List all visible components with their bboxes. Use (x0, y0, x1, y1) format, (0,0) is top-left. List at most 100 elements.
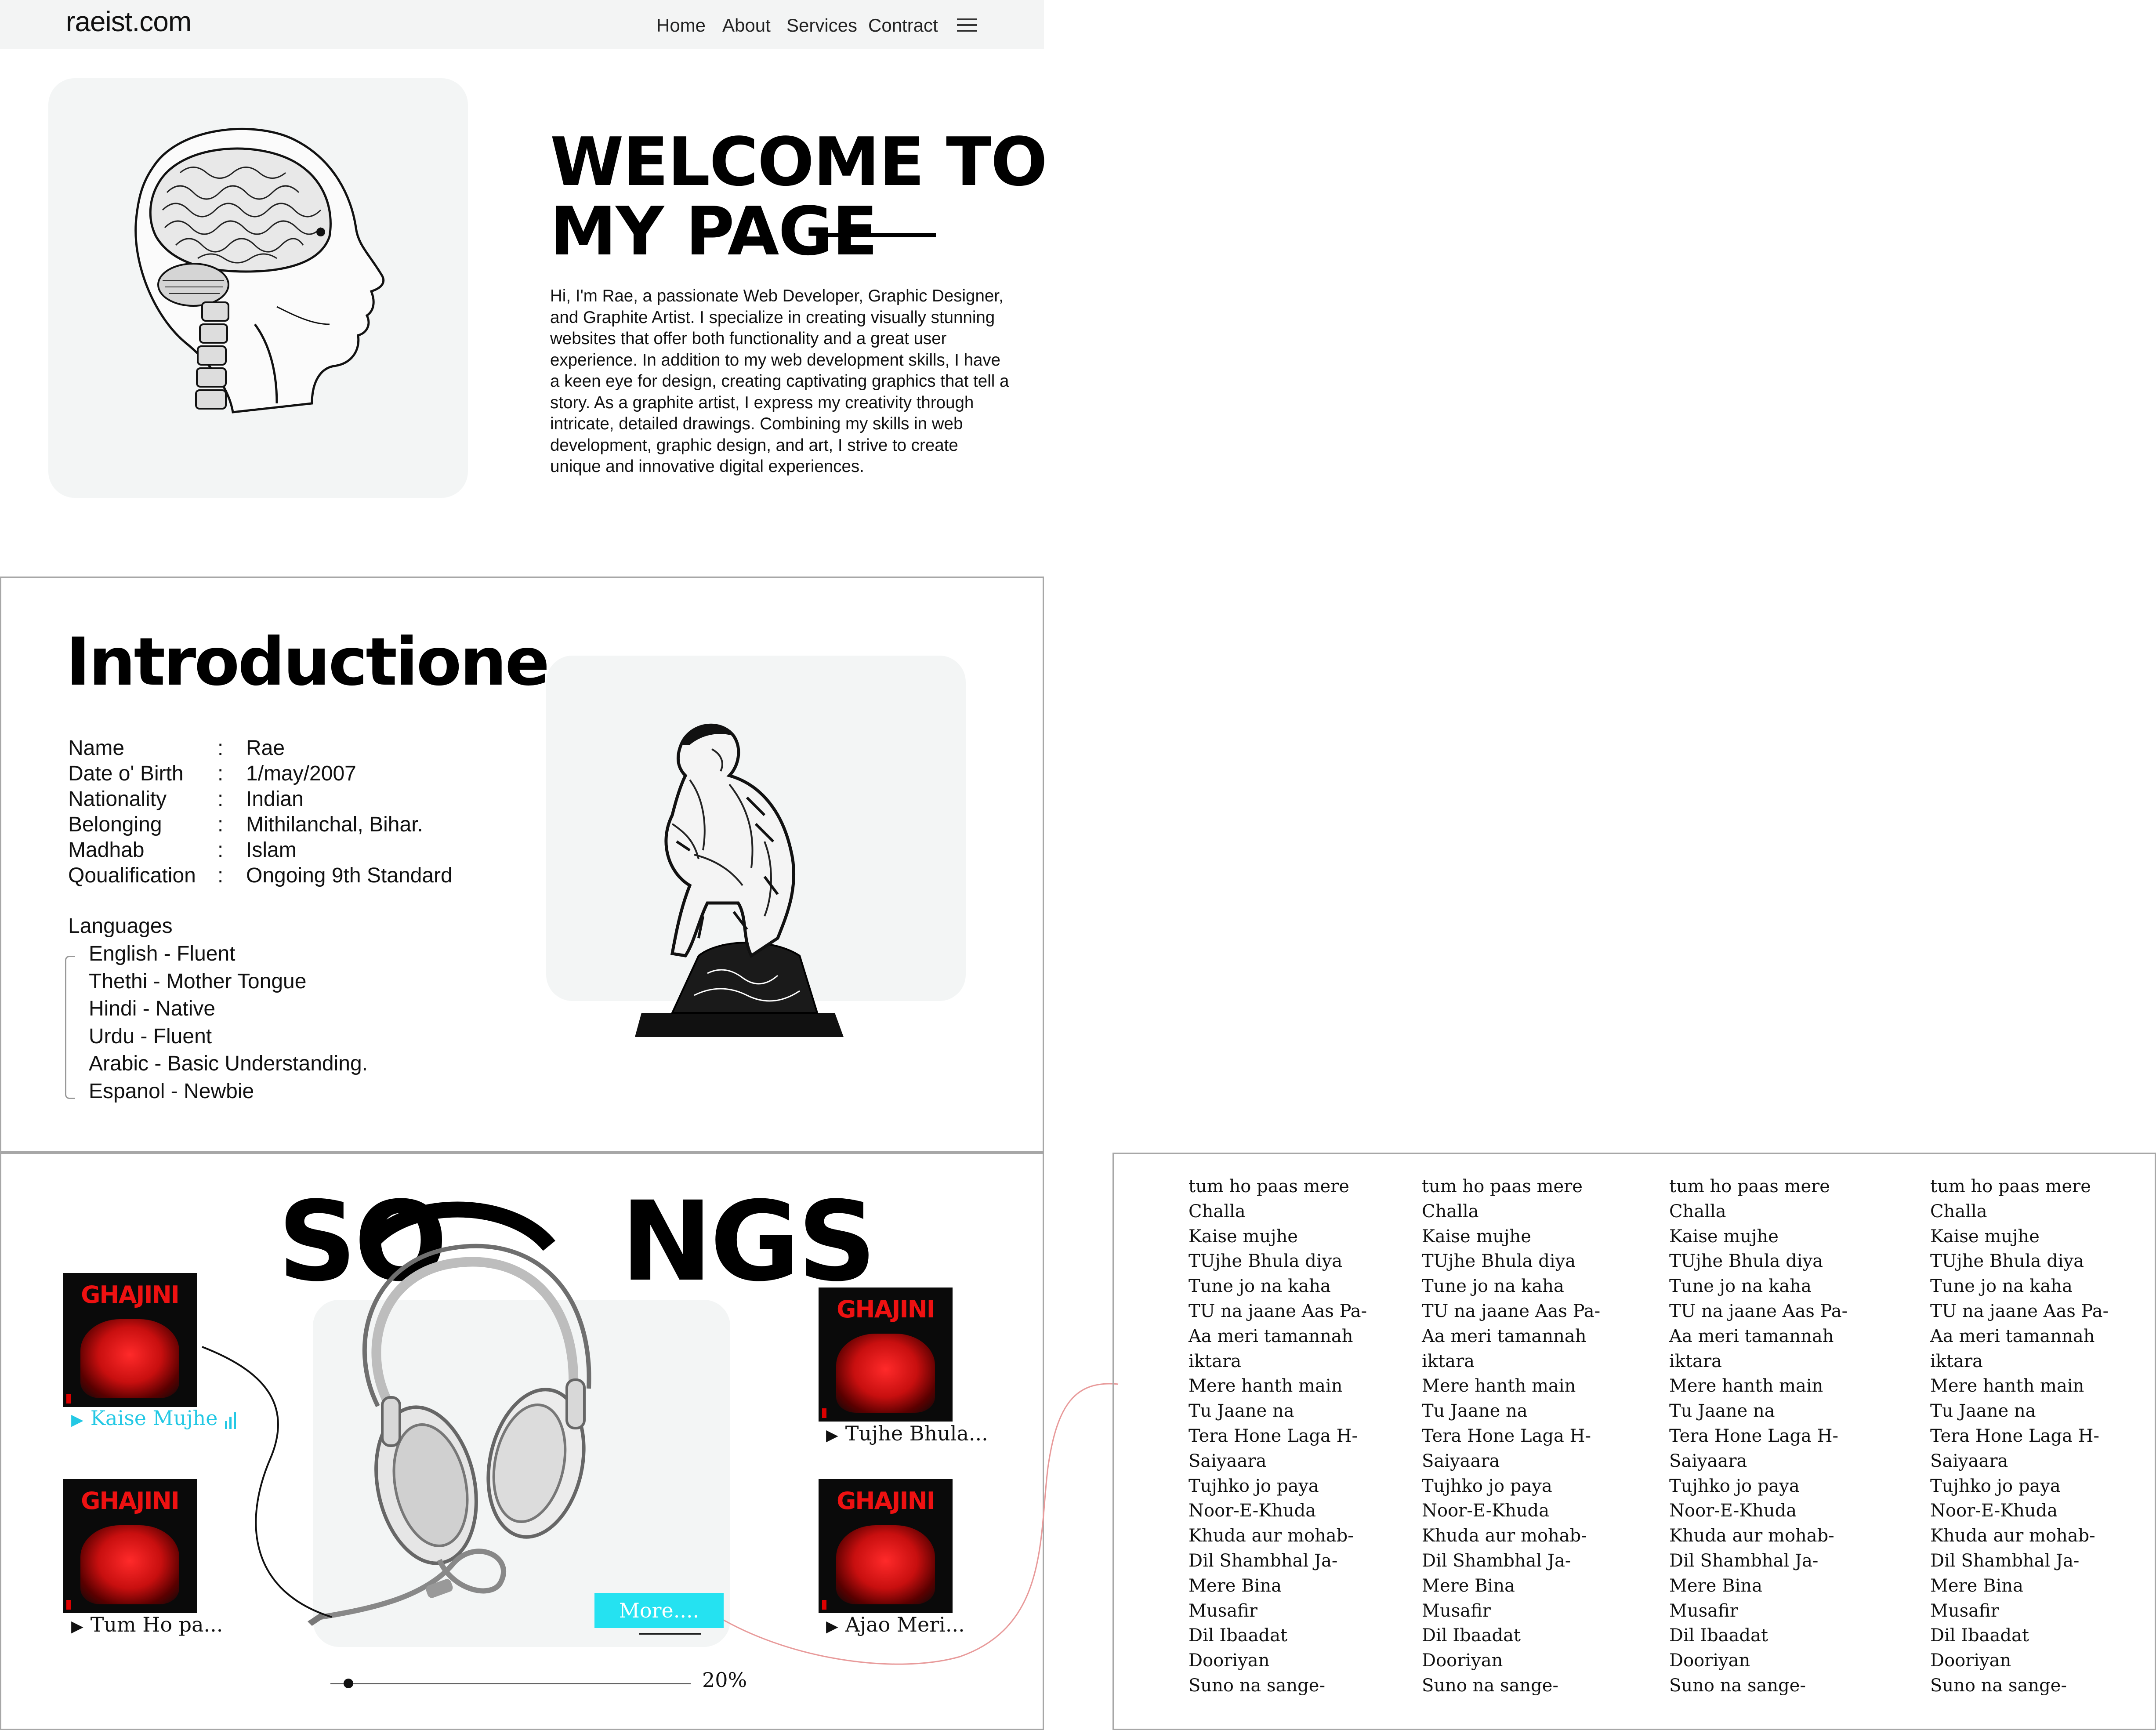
lyric-song-link[interactable]: Dil Ibaadat (1930, 1623, 2109, 1648)
lyric-song-link[interactable]: TU na jaane Aas Pa- (1930, 1299, 2109, 1324)
lyric-song-link[interactable]: Tera Hone Laga H- (1930, 1424, 2109, 1449)
lyric-song-link[interactable]: TU na jaane Aas Pa- (1422, 1299, 1600, 1324)
album-cover[interactable]: GHAJINI (819, 1288, 953, 1422)
lyric-song-link[interactable]: Kaise mujhe (1189, 1224, 1367, 1249)
nav-link-services[interactable]: Services (786, 15, 857, 36)
lyric-song-link[interactable]: tum ho paas mere (1930, 1174, 2109, 1199)
lyric-song-link[interactable]: Dooriyan (1422, 1648, 1600, 1673)
lyric-song-link[interactable]: Mere Bina (1189, 1574, 1367, 1599)
lyric-song-link[interactable]: Kaise mujhe (1669, 1224, 1848, 1249)
song-item-active[interactable]: ▶ Kaise Mujhe (71, 1406, 237, 1430)
lyric-song-link[interactable]: Tune jo na kaha (1669, 1274, 1848, 1299)
lyric-song-link[interactable]: Mere hanth main (1669, 1374, 1848, 1399)
lyric-song-link[interactable]: TU na jaane Aas Pa- (1669, 1299, 1848, 1324)
lyric-song-link[interactable]: Challa (1422, 1199, 1600, 1224)
lyric-song-link[interactable]: Challa (1189, 1199, 1367, 1224)
lyric-song-link[interactable]: Noor-E-Khuda (1930, 1498, 2109, 1523)
lyric-song-link[interactable]: Tune jo na kaha (1930, 1274, 2109, 1299)
lyric-song-link[interactable]: Tera Hone Laga H- (1669, 1424, 1848, 1449)
play-icon[interactable]: ▶ (826, 1618, 838, 1636)
song-item[interactable]: ▶ Ajao Meri... (826, 1613, 965, 1636)
lyric-song-link[interactable]: Suno na sange- (1669, 1673, 1848, 1698)
lyric-song-link[interactable]: Saiyaara (1189, 1449, 1367, 1474)
lyric-song-link[interactable]: Dil Ibaadat (1669, 1623, 1848, 1648)
lyric-song-link[interactable]: Dil Shambhal Ja- (1669, 1549, 1848, 1574)
lyric-song-link[interactable]: TU na jaane Aas Pa- (1189, 1299, 1367, 1324)
lyric-song-link[interactable]: Tera Hone Laga H- (1189, 1424, 1367, 1449)
lyric-song-link[interactable]: tum ho paas mere (1422, 1174, 1600, 1199)
lyric-song-link[interactable]: Khuda aur mohab- (1422, 1523, 1600, 1549)
more-button[interactable]: More.... (594, 1593, 724, 1628)
lyric-song-link[interactable]: Suno na sange- (1422, 1673, 1600, 1698)
play-icon[interactable]: ▶ (71, 1411, 83, 1429)
play-icon[interactable]: ▶ (71, 1618, 83, 1636)
lyric-song-link[interactable]: Dil Ibaadat (1422, 1623, 1600, 1648)
lyric-song-link[interactable]: Noor-E-Khuda (1189, 1498, 1367, 1523)
lyric-song-link[interactable]: TUjhe Bhula diya (1930, 1249, 2109, 1274)
lyric-song-link[interactable]: Tu Jaane na (1422, 1399, 1600, 1424)
lyric-song-link[interactable]: Noor-E-Khuda (1669, 1498, 1848, 1523)
album-cover[interactable]: GHAJINI (63, 1479, 197, 1613)
lyric-song-link[interactable]: Khuda aur mohab- (1930, 1523, 2109, 1549)
lyric-song-link[interactable]: Dil Ibaadat (1189, 1623, 1367, 1648)
lyric-song-link[interactable]: Tu Jaane na (1930, 1399, 2109, 1424)
lyric-song-link[interactable]: Challa (1669, 1199, 1848, 1224)
lyric-song-link[interactable]: tum ho paas mere (1669, 1174, 1848, 1199)
progress-track[interactable] (330, 1683, 691, 1684)
lyric-song-link[interactable]: Aa meri tamannah (1669, 1324, 1848, 1349)
progress-handle[interactable] (344, 1679, 353, 1688)
hamburger-menu-icon[interactable] (957, 18, 977, 32)
album-cover[interactable]: GHAJINI (63, 1273, 197, 1407)
song-item[interactable]: ▶ Tum Ho pa... (71, 1613, 223, 1636)
lyric-song-link[interactable]: Challa (1930, 1199, 2109, 1224)
lyric-song-link[interactable]: Kaise mujhe (1930, 1224, 2109, 1249)
lyric-song-link[interactable]: Tujhko jo paya (1669, 1474, 1848, 1499)
lyric-song-link[interactable]: Khuda aur mohab- (1189, 1523, 1367, 1549)
lyric-song-link[interactable]: Tera Hone Laga H- (1422, 1424, 1600, 1449)
song-item[interactable]: ▶ Tujhe Bhula... (826, 1422, 988, 1445)
lyric-song-link[interactable]: Khuda aur mohab- (1669, 1523, 1848, 1549)
site-logo[interactable]: raeist.com (66, 5, 192, 38)
lyric-song-link[interactable]: TUjhe Bhula diya (1189, 1249, 1367, 1274)
lyric-song-link[interactable]: Aa meri tamannah (1422, 1324, 1600, 1349)
lyric-song-link[interactable]: Mere Bina (1422, 1574, 1600, 1599)
play-icon[interactable]: ▶ (826, 1426, 838, 1444)
lyric-song-link[interactable]: iktara (1930, 1349, 2109, 1374)
lyric-song-link[interactable]: Dil Shambhal Ja- (1422, 1549, 1600, 1574)
lyric-song-link[interactable]: Tune jo na kaha (1422, 1274, 1600, 1299)
lyric-song-link[interactable]: TUjhe Bhula diya (1422, 1249, 1600, 1274)
lyric-song-link[interactable]: Kaise mujhe (1422, 1224, 1600, 1249)
lyric-song-link[interactable]: TUjhe Bhula diya (1669, 1249, 1848, 1274)
lyric-song-link[interactable]: Saiyaara (1422, 1449, 1600, 1474)
lyric-song-link[interactable]: Saiyaara (1669, 1449, 1848, 1474)
lyric-song-link[interactable]: iktara (1189, 1349, 1367, 1374)
lyric-song-link[interactable]: Mere Bina (1930, 1574, 2109, 1599)
lyric-song-link[interactable]: Musafir (1669, 1599, 1848, 1624)
lyric-song-link[interactable]: Mere hanth main (1189, 1374, 1367, 1399)
album-cover[interactable]: GHAJINI (819, 1479, 953, 1613)
lyric-song-link[interactable]: Dil Shambhal Ja- (1930, 1549, 2109, 1574)
lyric-song-link[interactable]: Tujhko jo paya (1930, 1474, 2109, 1499)
lyric-song-link[interactable]: Mere hanth main (1930, 1374, 2109, 1399)
lyric-song-link[interactable]: Aa meri tamannah (1189, 1324, 1367, 1349)
lyric-song-link[interactable]: Dil Shambhal Ja- (1189, 1549, 1367, 1574)
lyric-song-link[interactable]: Tune jo na kaha (1189, 1274, 1367, 1299)
lyric-song-link[interactable]: Dooriyan (1669, 1648, 1848, 1673)
lyric-song-link[interactable]: Musafir (1189, 1599, 1367, 1624)
lyric-song-link[interactable]: Noor-E-Khuda (1422, 1498, 1600, 1523)
lyric-song-link[interactable]: Mere hanth main (1422, 1374, 1600, 1399)
lyric-song-link[interactable]: Tu Jaane na (1189, 1399, 1367, 1424)
nav-link-about[interactable]: About (722, 15, 771, 36)
lyric-song-link[interactable]: iktara (1422, 1349, 1600, 1374)
lyric-song-link[interactable]: tum ho paas mere (1189, 1174, 1367, 1199)
lyric-song-link[interactable]: Aa meri tamannah (1930, 1324, 2109, 1349)
lyric-song-link[interactable]: Suno na sange- (1930, 1673, 2109, 1698)
lyric-song-link[interactable]: Musafir (1422, 1599, 1600, 1624)
nav-link-contract[interactable]: Contract (868, 15, 938, 36)
lyric-song-link[interactable]: Tu Jaane na (1669, 1399, 1848, 1424)
lyric-song-link[interactable]: Tujhko jo paya (1422, 1474, 1600, 1499)
nav-link-home[interactable]: Home (656, 15, 706, 36)
lyric-song-link[interactable]: Suno na sange- (1189, 1673, 1367, 1698)
lyric-song-link[interactable]: Dooriyan (1189, 1648, 1367, 1673)
lyric-song-link[interactable]: Dooriyan (1930, 1648, 2109, 1673)
